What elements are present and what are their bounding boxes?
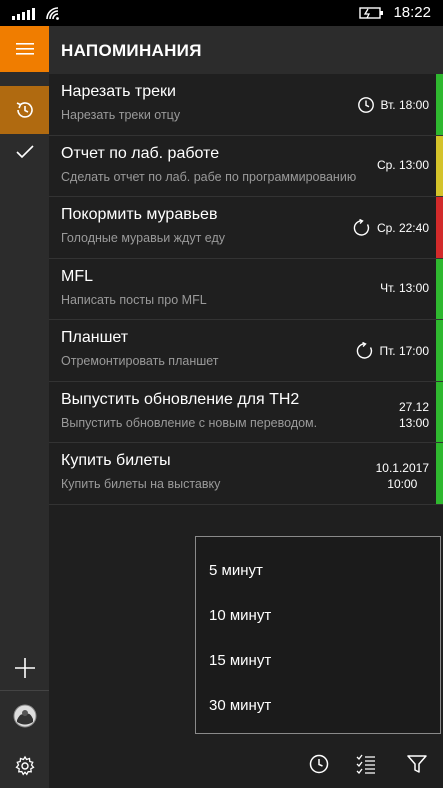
- filter-button[interactable]: [403, 750, 431, 778]
- priority-indicator: [436, 135, 443, 196]
- gear-icon: [14, 755, 35, 776]
- reminder-time-value: Вт. 18:00: [380, 98, 429, 112]
- settings-button[interactable]: [0, 742, 49, 788]
- repeat-icon: [356, 342, 374, 360]
- reminder-item[interactable]: Нарезать треки Нарезать треки отцу Вт. 18:…: [49, 74, 443, 136]
- reminder-time: 27.12 13:00: [399, 400, 429, 430]
- snooze-option[interactable]: 5 минут: [196, 548, 440, 593]
- reminder-title: Купить билеты: [61, 452, 171, 469]
- reminder-subtitle: Сделать отчет по лаб. рабе по программир…: [61, 169, 357, 184]
- reminder-subtitle: Купить билеты на выставку: [61, 477, 221, 491]
- reminder-subtitle: Отремонтировать планшет: [61, 354, 219, 368]
- reminder-title: Покормить муравьев: [61, 206, 218, 223]
- snooze-option[interactable]: 10 минут: [196, 593, 440, 638]
- select-button[interactable]: [352, 750, 380, 778]
- reminder-title: Нарезать треки: [61, 83, 176, 100]
- reminder-time: Ср. 22:40: [353, 219, 429, 237]
- page-header: НАПОМИНАНИЯ: [49, 26, 443, 74]
- priority-indicator: [436, 197, 443, 258]
- reminder-date: 27.12: [398, 399, 429, 414]
- account-button[interactable]: [0, 692, 49, 740]
- snooze-menu: 5 минут 10 минут 15 минут 30 минут: [195, 536, 441, 734]
- avatar-icon: [13, 704, 36, 728]
- history-icon: [16, 102, 33, 118]
- clock-icon: [357, 96, 375, 114]
- reminder-time-value: Ср. 13:00: [376, 157, 429, 172]
- reminder-item[interactable]: Покормить муравьев Голодные муравьи ждут …: [49, 197, 443, 259]
- reminder-title: Отчет по лаб. работе: [61, 144, 220, 162]
- priority-indicator: [436, 443, 443, 504]
- completed-button[interactable]: [0, 128, 49, 176]
- wifi-icon: [46, 7, 59, 20]
- filter-icon: [407, 755, 427, 773]
- reminder-time-value: Пт. 17:00: [379, 344, 430, 358]
- checkmark-icon: [15, 145, 34, 159]
- repeat-icon: [353, 219, 371, 237]
- reminder-time-value: Чт. 13:00: [380, 280, 429, 295]
- priority-indicator: [436, 320, 443, 381]
- sidebar: [0, 26, 49, 788]
- priority-indicator: [436, 381, 443, 442]
- reminder-subtitle: Нарезать треки отцу: [61, 108, 181, 122]
- clock-icon: [309, 754, 329, 774]
- reminder-time-value: 10:00: [387, 477, 418, 491]
- reminder-time: Вт. 18:00: [357, 96, 429, 114]
- reminder-item[interactable]: Планшет Отремонтировать планшет Пт. 17:00: [49, 320, 443, 382]
- signal-strength-icon: [12, 8, 35, 20]
- snooze-option[interactable]: 15 минут: [196, 638, 440, 683]
- reminder-time: Ср. 13:00: [377, 158, 429, 172]
- sidebar-divider: [0, 690, 49, 691]
- reminder-subtitle: Написать посты про MFL: [61, 292, 207, 307]
- reminder-subtitle: Голодные муравьи ждут еду: [61, 231, 226, 245]
- reminder-time: Чт. 13:00: [380, 281, 429, 295]
- hamburger-menu-button[interactable]: [0, 26, 49, 72]
- reminder-item[interactable]: Купить билеты Купить билеты на выставку 10…: [49, 443, 443, 505]
- plus-icon: [14, 658, 35, 678]
- snooze-option[interactable]: 30 минут: [196, 683, 440, 728]
- reminders-history-button[interactable]: [0, 86, 49, 134]
- page-title: НАПОМИНАНИЯ: [61, 41, 202, 60]
- reminder-title: MFL: [61, 267, 93, 285]
- add-reminder-button[interactable]: [0, 644, 49, 692]
- hamburger-icon: [15, 43, 34, 55]
- reminder-list: Нарезать треки Нарезать треки отцу Вт. 18:…: [49, 74, 443, 505]
- reminder-subtitle: Выпустить обновление с новым переводом.: [61, 415, 318, 430]
- reminder-time: 10.1.2017 10:00: [376, 461, 429, 491]
- status-bar: 18:22: [0, 0, 443, 26]
- reminder-item[interactable]: Выпустить обновление для TH2 Выпустить об…: [49, 381, 443, 443]
- status-time: 18:22: [393, 4, 431, 21]
- app-bar: [49, 740, 443, 788]
- reminder-time: Пт. 17:00: [356, 342, 430, 360]
- reminder-date: 10.1.2017: [375, 461, 429, 475]
- battery-charging-icon: [359, 6, 384, 19]
- reminder-title: Выпустить обновление для TH2: [61, 390, 300, 408]
- reminder-time-value: 13:00: [398, 415, 429, 430]
- priority-indicator: [436, 74, 443, 135]
- checklist-icon: [356, 754, 375, 774]
- priority-indicator: [436, 258, 443, 319]
- reminder-item[interactable]: Отчет по лаб. работе Сделать отчет по лаб…: [49, 135, 443, 197]
- snooze-button[interactable]: [305, 750, 333, 778]
- reminder-time-value: Ср. 22:40: [376, 221, 429, 235]
- reminder-item[interactable]: MFL Написать посты про MFL Чт. 13:00: [49, 258, 443, 320]
- reminder-title: Планшет: [61, 329, 129, 346]
